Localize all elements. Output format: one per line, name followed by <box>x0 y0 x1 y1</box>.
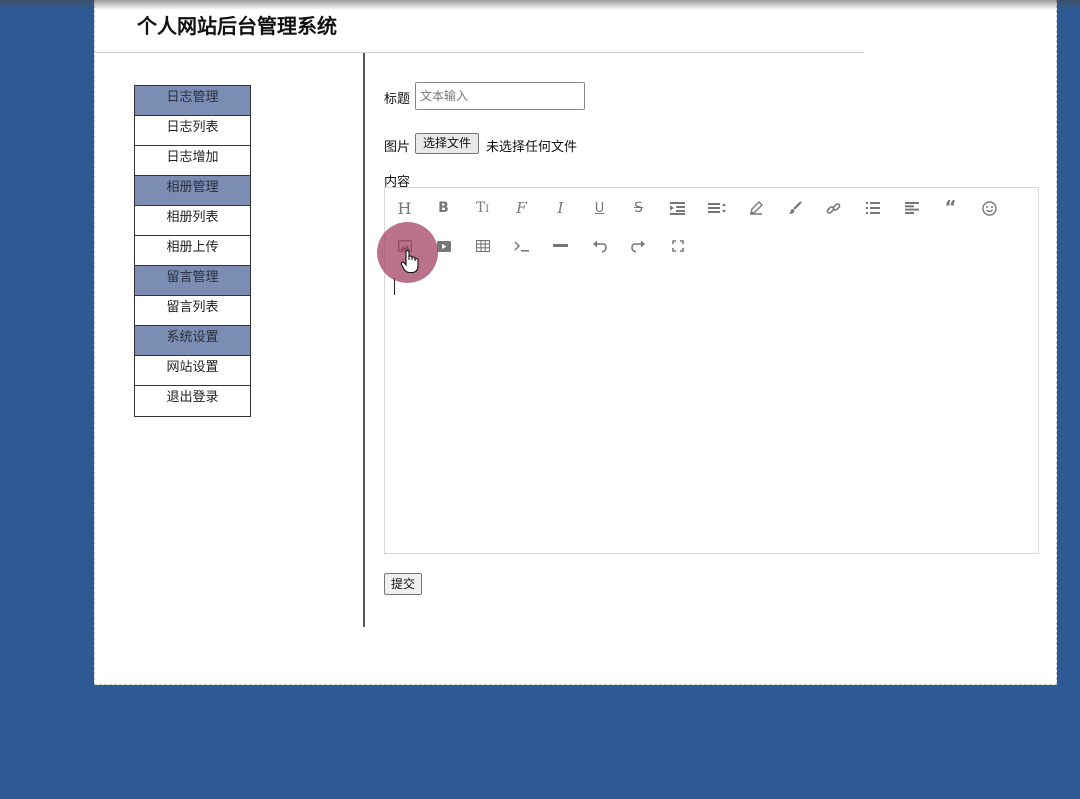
underline-icon[interactable]: U <box>580 193 619 223</box>
header-divider <box>95 52 864 53</box>
align-icon[interactable] <box>892 193 931 223</box>
list-icon[interactable] <box>853 193 892 223</box>
image-label: 图片 <box>384 140 411 155</box>
hand-cursor-icon <box>400 249 420 278</box>
sidebar-item-logout[interactable]: 退出登录 <box>135 386 250 417</box>
table-icon[interactable] <box>463 231 502 261</box>
undo-icon[interactable] <box>580 231 619 261</box>
heading-icon[interactable]: H <box>385 193 424 223</box>
line-height-icon[interactable] <box>697 193 736 223</box>
sidebar-group-album: 相册管理 <box>135 176 250 206</box>
quote-icon[interactable]: “ <box>931 193 970 223</box>
sidebar-item-blog-add[interactable]: 日志增加 <box>135 146 250 176</box>
bold-icon[interactable]: B <box>424 193 463 223</box>
title-label: 标题 <box>384 92 411 107</box>
font-family-icon[interactable]: F <box>502 193 541 223</box>
divider-icon[interactable] <box>541 231 580 261</box>
vertical-divider <box>363 53 365 627</box>
title-input[interactable] <box>415 82 585 110</box>
sidebar-group-blog: 日志管理 <box>135 86 250 116</box>
brush-icon[interactable] <box>775 193 814 223</box>
sidebar-item-album-list[interactable]: 相册列表 <box>135 206 250 236</box>
sidebar-nav: 日志管理 日志列表 日志增加 相册管理 相册列表 相册上传 留言管理 留言列表 … <box>134 85 251 417</box>
main-panel: 个人网站后台管理系统 日志管理 日志列表 日志增加 相册管理 相册列表 相册上传… <box>94 0 1057 685</box>
file-status-text: 未选择任何文件 <box>486 140 578 155</box>
pen-icon[interactable] <box>736 193 775 223</box>
emoji-icon[interactable] <box>970 193 1009 223</box>
rich-text-editor: H B TI F I U S “ <box>384 187 1039 554</box>
indent-icon[interactable] <box>658 193 697 223</box>
editor-toolbar-row-1: H B TI F I U S “ <box>385 193 1009 223</box>
choose-file-button[interactable]: 选择文件 <box>415 133 480 154</box>
redo-icon[interactable] <box>619 231 658 261</box>
sidebar-item-site-settings[interactable]: 网站设置 <box>135 356 250 386</box>
fullscreen-icon[interactable] <box>658 231 697 261</box>
sidebar-group-messages: 留言管理 <box>135 266 250 296</box>
font-size-icon[interactable]: TI <box>463 193 502 223</box>
link-icon[interactable] <box>814 193 853 223</box>
site-title: 个人网站后台管理系统 <box>137 14 337 38</box>
sidebar-item-message-list[interactable]: 留言列表 <box>135 296 250 326</box>
sidebar-item-blog-list[interactable]: 日志列表 <box>135 116 250 146</box>
code-icon[interactable] <box>502 231 541 261</box>
strikethrough-icon[interactable]: S <box>619 193 658 223</box>
sidebar-item-album-upload[interactable]: 相册上传 <box>135 236 250 266</box>
italic-icon[interactable]: I <box>541 193 580 223</box>
submit-button[interactable]: 提交 <box>384 573 423 595</box>
sidebar-group-settings: 系统设置 <box>135 326 250 356</box>
